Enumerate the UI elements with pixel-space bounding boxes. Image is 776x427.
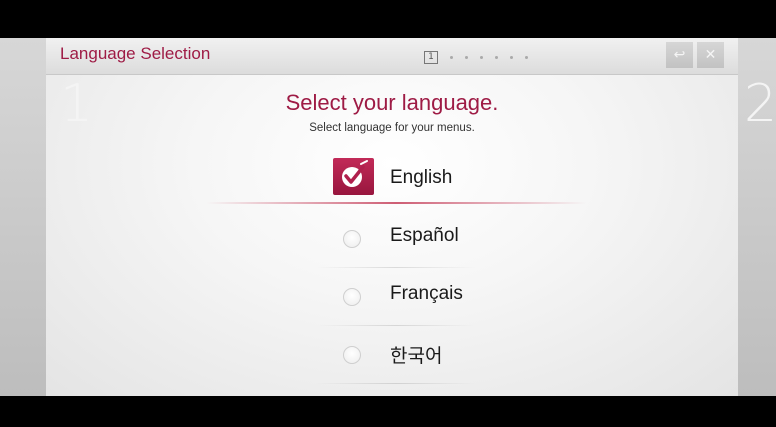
page-dot <box>510 55 513 59</box>
next-step-panel[interactable]: 2 <box>738 38 776 396</box>
close-button[interactable]: ✕ <box>697 42 724 68</box>
language-label: Español <box>390 225 459 246</box>
back-button[interactable]: ↩ <box>666 42 693 68</box>
page-title: Language Selection <box>60 44 211 63</box>
current-page-box: 1 <box>424 50 438 64</box>
language-option-korean[interactable]: 한국어 <box>206 326 586 384</box>
language-label: 한국어 <box>390 346 443 367</box>
page-indicator: 1 <box>424 50 534 64</box>
tv-screen: 2 Language Selection 1 ↩ ✕ 1 Select your… <box>0 38 776 396</box>
main-heading: Select your language. <box>285 90 499 115</box>
page-dot <box>465 55 468 59</box>
language-option-english[interactable]: English <box>206 152 586 210</box>
divider <box>316 383 476 384</box>
close-icon: ✕ <box>704 47 717 63</box>
page-dot <box>450 55 453 59</box>
page-dot <box>525 55 528 59</box>
back-arrow-icon: ↩ <box>673 47 686 63</box>
language-option-espanol[interactable]: Español <box>206 210 586 268</box>
header-bar: Language Selection 1 ↩ ✕ <box>46 38 738 75</box>
language-option-francais[interactable]: Français <box>206 268 586 326</box>
next-step-number: 2 <box>744 74 776 134</box>
sub-heading: Select language for your menus. <box>309 122 475 134</box>
language-label: English <box>390 167 453 188</box>
radio-button[interactable] <box>343 230 361 248</box>
page-dot <box>495 55 498 59</box>
radio-button[interactable] <box>343 346 361 364</box>
radio-button[interactable] <box>343 288 361 306</box>
language-label: Français <box>390 283 463 304</box>
checkmark-icon <box>333 158 374 195</box>
language-selection-panel: Language Selection 1 ↩ ✕ 1 Select your l… <box>46 38 738 396</box>
page-dot <box>480 55 483 59</box>
previous-step-panel <box>0 38 46 396</box>
selection-underline <box>206 202 586 204</box>
